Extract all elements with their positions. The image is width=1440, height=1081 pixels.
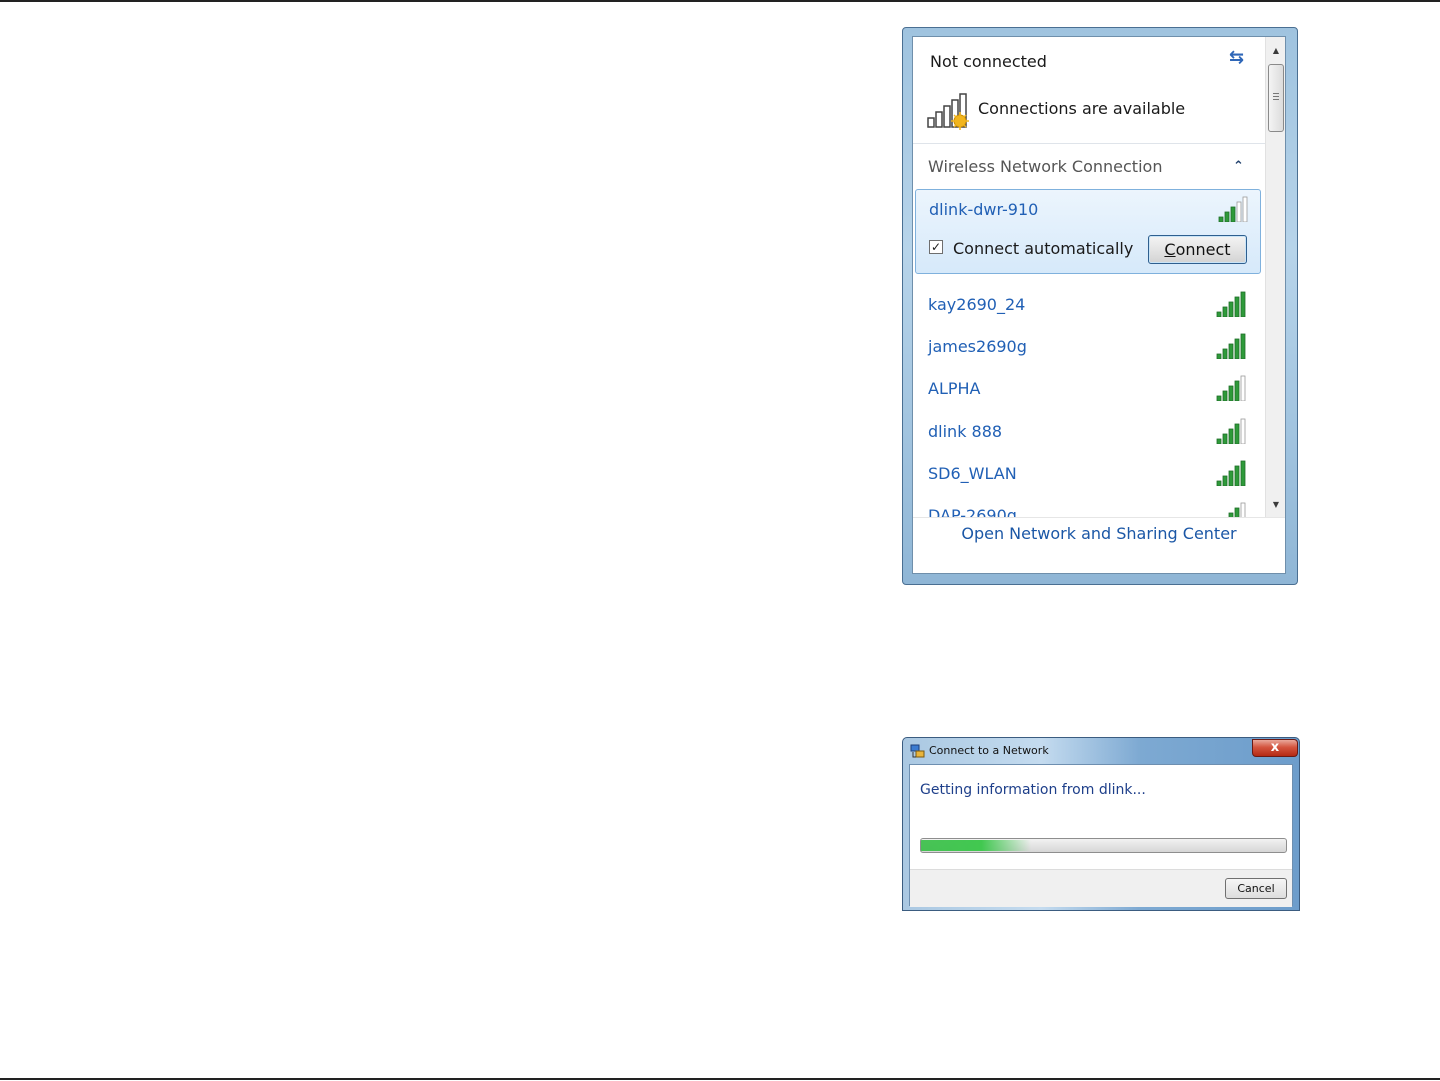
signal-bar [1234,507,1240,517]
scrollbar-thumb[interactable] [1268,64,1284,132]
signal-bar [1222,433,1228,444]
wireless-available-icon [927,93,969,130]
signal-bar [1216,311,1222,317]
signal-bar [1224,211,1230,222]
network-icon [910,744,925,758]
signal-bar [1228,301,1234,317]
top-rule [0,0,1440,2]
close-button[interactable]: x [1252,739,1298,757]
wireless-flyout: Not connected ⇆ Connections are availabl… [902,27,1298,585]
signal-bar [1234,465,1240,486]
connections-available-text: Connections are available [978,99,1186,118]
chevron-up-icon[interactable]: ⌃ [1233,159,1244,174]
network-item[interactable]: kay2690_24 [913,287,1265,329]
signal-bar [1216,353,1222,359]
network-list-area: Not connected ⇆ Connections are availabl… [913,37,1265,517]
open-network-sharing-center-link[interactable]: Open Network and Sharing Center [913,524,1285,543]
network-name: SD6_WLAN [928,464,1017,483]
connect-button[interactable]: Connect [1148,235,1247,264]
connect-accelerator: C [1164,240,1176,259]
signal-bar [1240,418,1246,444]
signal-bar [1228,428,1234,444]
signal-bar [1236,201,1242,222]
network-name: dlink-dwr-910 [929,200,1039,219]
flyout-panel: Not connected ⇆ Connections are availabl… [912,36,1286,574]
connect-automatically-label: Connect automatically [953,239,1134,258]
network-item-selected[interactable]: dlink-dwr-910 ✓ Connect automatically Co… [915,189,1261,274]
signal-bar [1240,502,1246,517]
network-item[interactable]: SD6_WLAN [913,456,1265,498]
signal-bar [1242,196,1248,222]
connect-dialog: Connect to a Network x Getting informati… [902,737,1300,911]
signal-strength-icon [1216,375,1246,401]
vertical-scrollbar[interactable]: ▲ ▼ [1265,37,1285,517]
signal-strength-icon [1216,291,1246,317]
signal-bar [1240,460,1246,486]
footer-divider [913,517,1285,518]
signal-bar [1222,306,1228,317]
signal-strength-icon [1216,333,1246,359]
signal-strength-icon [1218,196,1248,222]
connection-status: Not connected [930,52,1047,71]
refresh-icon[interactable]: ⇆ [1229,47,1244,68]
signal-bar [1216,395,1222,401]
signal-bar [1228,470,1234,486]
cancel-button[interactable]: Cancel [1225,878,1287,899]
signal-bar [1240,333,1246,359]
signal-bar [1216,438,1222,444]
signal-bar [1222,390,1228,401]
scroll-up-icon[interactable]: ▲ [1266,43,1285,59]
network-name: james2690g [928,337,1027,356]
signal-bar [1234,423,1240,444]
dialog-title: Connect to a Network [929,744,1049,757]
signal-bar [1228,343,1234,359]
connect-label: onnect [1175,240,1231,259]
progress-indicator [921,840,1031,851]
signal-bar [1222,475,1228,486]
signal-bar [1234,338,1240,359]
section-title: Wireless Network Connection [928,157,1163,176]
dialog-footer: Cancel [910,869,1292,907]
network-name: DAP-2690g [928,506,1017,517]
network-item[interactable]: ALPHA [913,371,1265,413]
signal-bar [1234,380,1240,401]
bottom-rule [0,1078,1440,1080]
connect-automatically-checkbox[interactable]: ✓ [929,240,943,254]
signal-bar [1234,296,1240,317]
signal-bar [1240,375,1246,401]
network-name: dlink 888 [928,422,1003,441]
signal-bar [1222,348,1228,359]
network-name: kay2690_24 [928,295,1026,314]
signal-bar [1230,206,1236,222]
signal-bar [1216,480,1222,486]
scroll-down-icon[interactable]: ▼ [1266,497,1285,513]
network-name: ALPHA [928,379,981,398]
status-message: Getting information from dlink... [920,782,1146,798]
signal-strength-icon [1216,460,1246,486]
dialog-body: Getting information from dlink... Cancel [909,764,1293,907]
signal-bar [1240,291,1246,317]
network-item[interactable]: dlink 888 [913,414,1265,456]
signal-strength-icon [1216,418,1246,444]
signal-bar [1228,385,1234,401]
section-divider [913,143,1265,144]
grip-icon [1273,93,1279,94]
signal-strength-icon [1228,502,1246,517]
network-item[interactable]: james2690g [913,329,1265,371]
network-item[interactable]: DAP-2690g [913,498,1265,517]
progress-bar [920,838,1287,853]
signal-bar [1218,216,1224,222]
